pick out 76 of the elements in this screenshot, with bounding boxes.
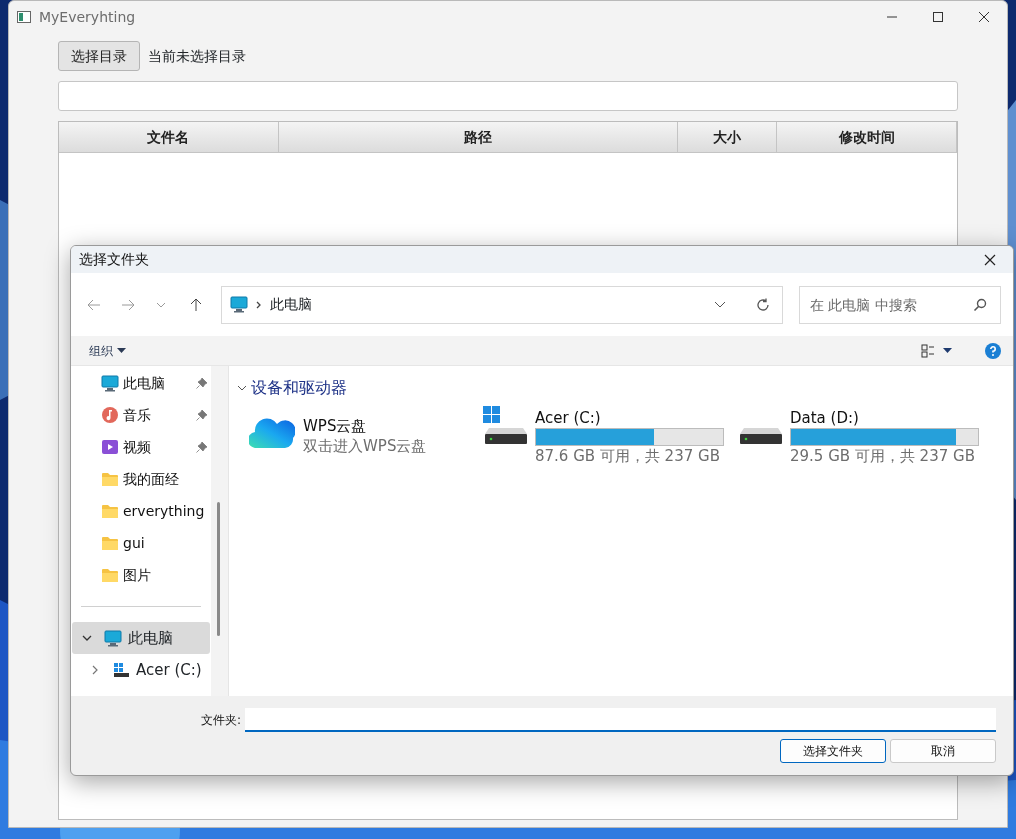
view-menu[interactable] [921,343,952,358]
nav-label: 音乐 [123,405,151,425]
monitor-icon [101,374,119,392]
chevron-down-icon [237,384,247,392]
nav-label: 此电脑 [123,373,165,393]
column-header[interactable]: 修改时间 [777,122,957,152]
caret-icon [117,348,126,353]
nav-item[interactable]: 此电脑 [71,367,211,399]
window-title: MyEveryhting [39,7,137,27]
folder-icon [101,471,119,487]
dropdown-icon[interactable] [714,300,726,309]
folder-icon [101,567,119,583]
monitor-icon [104,629,122,647]
video-icon [101,438,119,456]
nav-item[interactable]: gui [71,527,211,559]
drive-tile[interactable]: Data (D:) 29.5 GB 可用，共 237 GB [738,408,993,466]
nav-label: gui [123,533,145,553]
app-icon [17,11,31,23]
drive-subtitle: 双击进入WPS云盘 [303,436,427,456]
chevron-right-icon[interactable] [90,665,100,675]
field-label: 文件夹: [199,712,242,729]
monitor-icon [230,296,248,313]
drive-tile[interactable]: WPS云盘 双击进入WPS云盘 [237,416,483,466]
music-icon [101,406,119,424]
drive-name: WPS云盘 [303,416,368,436]
drive-space: 29.5 GB 可用，共 237 GB [790,446,976,466]
choose-directory-button[interactable]: 选择目录 [58,41,140,71]
column-header[interactable]: 路径 [278,122,678,152]
nav-label: 图片 [123,565,151,585]
column-header[interactable]: 大小 [677,122,778,152]
tree-item[interactable]: 此电脑 [72,622,210,654]
nav-item[interactable]: 视频 [71,431,211,463]
nav-item[interactable]: erverything [71,495,211,527]
chevron-down-icon[interactable] [82,633,92,643]
drive-name: Acer (C:) [535,408,602,428]
tree-item[interactable]: Acer (C:) [72,654,210,686]
search-field[interactable]: 在 此电脑 中搜索 [799,285,1001,324]
status-label: 当前未选择目录 [148,46,246,66]
nav-label: 视频 [123,437,151,457]
chevron-icon [256,300,262,309]
folder-icon [101,503,119,519]
close-icon [978,11,990,23]
caret-icon [943,348,952,353]
address-bar[interactable]: 此电脑 [221,285,783,324]
help-icon[interactable] [985,342,1001,359]
nav-item[interactable]: 图片 [71,559,211,591]
drive-tile[interactable]: Acer (C:) 87.6 GB 可用，共 237 GB [483,408,738,466]
dialog-title: 选择文件夹 [79,250,150,269]
folder-field[interactable] [245,708,996,732]
section-header[interactable]: 设备和驱动器 [237,376,1005,400]
nav-label: 我的面经 [123,469,179,489]
forward-icon [121,297,135,312]
drive-space: 87.6 GB 可用，共 237 GB [535,446,721,466]
up-icon [189,297,203,312]
nav-label: erverything [123,501,205,521]
folder-icon [101,535,119,551]
maximize-icon [932,11,944,23]
tree-label: 此电脑 [128,627,173,649]
cancel-button[interactable]: 取消 [890,739,996,763]
breadcrumb[interactable]: 此电脑 [270,294,312,315]
refresh-icon[interactable] [756,297,770,312]
organize-menu[interactable]: 组织 [89,341,126,360]
close-icon [984,253,996,266]
drive-icon [112,661,130,679]
select-folder-button[interactable]: 选择文件夹 [780,739,886,763]
tree-label: Acer (C:) [136,659,202,681]
column-header[interactable]: 文件名 [59,122,279,152]
nav-item[interactable]: 音乐 [71,399,211,431]
scrollbar-thumb[interactable] [217,502,220,636]
nav-item[interactable]: 我的面经 [71,463,211,495]
path-field[interactable] [58,81,958,111]
search-icon [973,297,987,312]
drive-name: Data (D:) [790,408,860,428]
view-icon [921,343,935,358]
back-icon [87,297,101,312]
cloud-icon [249,416,295,448]
